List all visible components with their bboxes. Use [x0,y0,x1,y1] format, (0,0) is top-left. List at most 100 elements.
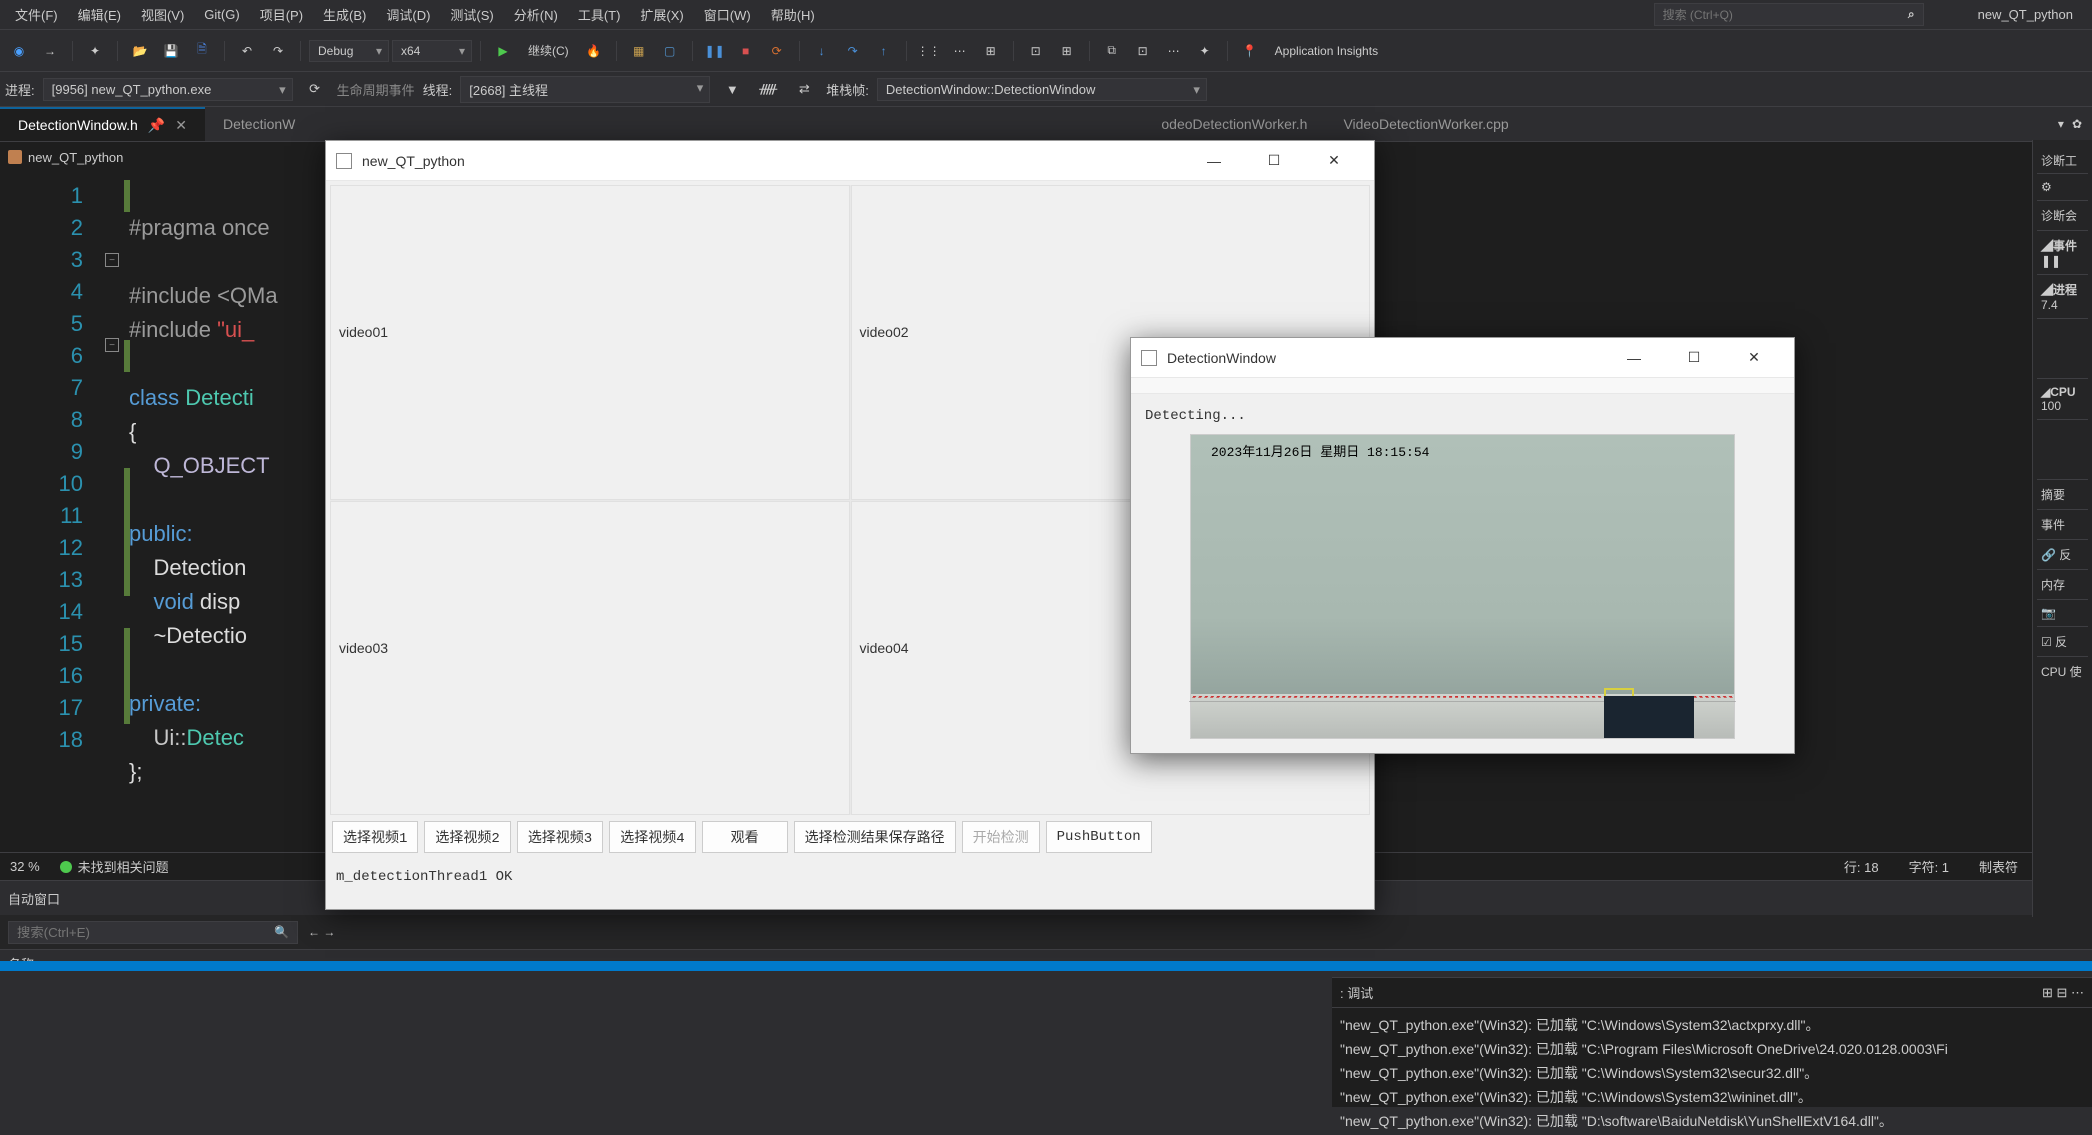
stackframe-icon[interactable]: ⇄ [790,75,818,103]
appinsights-button[interactable]: Application Insights [1267,44,1386,58]
breadcrumb-item[interactable]: new_QT_python [8,150,123,165]
nav-forward-icon[interactable]: → [36,37,64,65]
push-button[interactable]: PushButton [1046,821,1152,853]
start-detection-button[interactable]: 开始检测 [962,821,1040,853]
output-tool-icon[interactable]: ⊞ ⊟ ⋯ [2042,985,2084,1001]
step-into-icon[interactable]: ↓ [808,37,836,65]
fold-toggle[interactable]: − [105,253,119,267]
qt-det-titlebar[interactable]: DetectionWindow — ☐ ✕ [1131,338,1794,378]
maximize-button[interactable]: ☐ [1244,141,1304,181]
step-over-icon[interactable]: ↷ [839,37,867,65]
continue-icon[interactable]: ▶ [489,37,517,65]
diag-cpu[interactable]: ◢CPU [2041,385,2076,399]
menu-edit[interactable]: 编辑(E) [68,1,131,28]
close-button[interactable]: ✕ [1724,338,1784,378]
misc-icon-2[interactable]: ⋯ [946,37,974,65]
menu-help[interactable]: 帮助(H) [761,1,825,28]
select-video-4-button[interactable]: 选择视频4 [609,821,695,853]
select-video-3-button[interactable]: 选择视频3 [517,821,603,853]
select-video-2-button[interactable]: 选择视频2 [424,821,510,853]
misc-icon-1[interactable]: ⋮⋮ [915,37,943,65]
diag-events2[interactable]: 事件 [2037,509,2088,539]
output-text[interactable]: "new_QT_python.exe"(Win32): 已加载 "C:\Wind… [1332,1008,2092,1135]
search-nav-icon[interactable]: ← → [308,925,335,939]
filter-icon[interactable]: ▼ [718,75,746,103]
indent-indicator[interactable]: 制表符 [1979,857,2018,876]
diag-cpuuse[interactable]: CPU 使 [2037,656,2088,686]
tool-icon-1[interactable]: ▦ [625,37,653,65]
tab-settings-icon[interactable]: ✿ [2072,117,2082,131]
minimize-button[interactable]: — [1184,141,1244,181]
tab-overflow-icon[interactable]: ▾ [2058,117,2064,131]
misc-icon-3[interactable]: ⊞ [977,37,1005,65]
tab-detectionw[interactable]: DetectionW [205,107,313,141]
misc-icon-6[interactable]: ⊡ [1129,37,1157,65]
tab-detectionwindow-h[interactable]: DetectionWindow.h 📌 ✕ [0,107,205,141]
stackframe-combo[interactable]: DetectionWindow::DetectionWindow [877,78,1207,101]
tool-icon-2[interactable]: ▢ [656,37,684,65]
minimize-button[interactable]: — [1604,338,1664,378]
pin-icon[interactable]: 📌 [148,117,165,134]
menu-build[interactable]: 生成(B) [313,1,376,28]
restart-icon[interactable]: ⟳ [763,37,791,65]
select-result-path-button[interactable]: 选择检测结果保存路径 [794,821,956,853]
thread-combo[interactable]: [2668] 主线程 [460,76,710,103]
save-icon[interactable]: 💾 [157,37,185,65]
menu-test[interactable]: 测试(S) [440,1,503,28]
diag-summary[interactable]: 摘要 [2037,479,2088,509]
process-combo[interactable]: [9956] new_QT_python.exe [43,78,293,101]
close-button[interactable]: ✕ [1304,141,1364,181]
menu-debug[interactable]: 调试(D) [376,1,440,28]
continue-button[interactable]: 继续(C) [520,42,577,59]
gear-icon[interactable]: ⚙ [2041,180,2052,194]
menu-tools[interactable]: 工具(T) [568,1,631,28]
redo-icon[interactable]: ↷ [264,37,292,65]
pause-icon[interactable]: ❚❚ [701,37,729,65]
location-icon[interactable]: 📍 [1236,37,1264,65]
diag-memory[interactable]: 内存 [2037,569,2088,599]
qt-main-titlebar[interactable]: new_QT_python — ☐ ✕ [326,141,1374,181]
platform-combo[interactable]: x64 [392,40,472,62]
line-indicator[interactable]: 行: 18 [1844,857,1879,876]
output-source-combo[interactable]: : 调试 [1340,983,1373,1002]
column-indicator[interactable]: 字符: 1 [1909,857,1949,876]
menu-view[interactable]: 视图(V) [131,1,194,28]
link-icon[interactable]: 🔗 [2041,548,2056,562]
stop-icon[interactable]: ■ [732,37,760,65]
misc-icon-4[interactable]: ⊡ [1022,37,1050,65]
config-combo[interactable]: Debug [309,40,389,62]
lifecycle-icon[interactable]: ⟳ [301,75,329,103]
issues-status[interactable]: 未找到相关问题 [60,857,169,876]
menu-project[interactable]: 项目(P) [250,1,313,28]
menu-analyze[interactable]: 分析(N) [504,1,568,28]
open-file-icon[interactable]: 📂 [126,37,154,65]
qt-detection-window[interactable]: DetectionWindow — ☐ ✕ Detecting... 2023年… [1130,337,1795,754]
step-out-icon[interactable]: ↑ [870,37,898,65]
global-search-input[interactable] [1663,8,1908,22]
menu-extensions[interactable]: 扩展(X) [630,1,693,28]
menu-window[interactable]: 窗口(W) [694,1,761,28]
global-search-box[interactable]: ⌕ [1654,3,1924,26]
tab-videodetectionworker-h[interactable]: odeoDetectionWorker.h [1143,107,1325,141]
nav-back-icon[interactable]: ◉ [5,37,33,65]
zoom-level[interactable]: 32 % [10,859,40,874]
view-button[interactable]: 观看 [702,821,788,853]
camera-icon[interactable]: 📷 [2041,606,2056,620]
maximize-button[interactable]: ☐ [1664,338,1724,378]
save-all-icon[interactable]: 🗎 [188,37,216,65]
menu-git[interactable]: Git(G) [194,3,249,26]
check-icon[interactable]: ☑ [2041,635,2052,649]
misc-icon-7[interactable]: ⋯ [1160,37,1188,65]
hot-reload-icon[interactable]: 🔥 [580,37,608,65]
undo-icon[interactable]: ↶ [233,37,261,65]
fold-toggle[interactable]: − [105,338,119,352]
filter-icon-2[interactable]: ᚏ [754,75,782,103]
select-video-1-button[interactable]: 选择视频1 [332,821,418,853]
auto-search-box[interactable]: 🔍 [8,921,298,944]
tab-videodetectionworker-cpp[interactable]: VideoDetectionWorker.cpp [1325,107,1526,141]
diag-process[interactable]: ◢进程 [2041,283,2077,297]
close-icon[interactable]: ✕ [175,117,187,134]
auto-search-input[interactable] [17,925,274,940]
diag-events[interactable]: ◢事件 [2041,239,2077,253]
misc-icon-5[interactable]: ⊞ [1053,37,1081,65]
